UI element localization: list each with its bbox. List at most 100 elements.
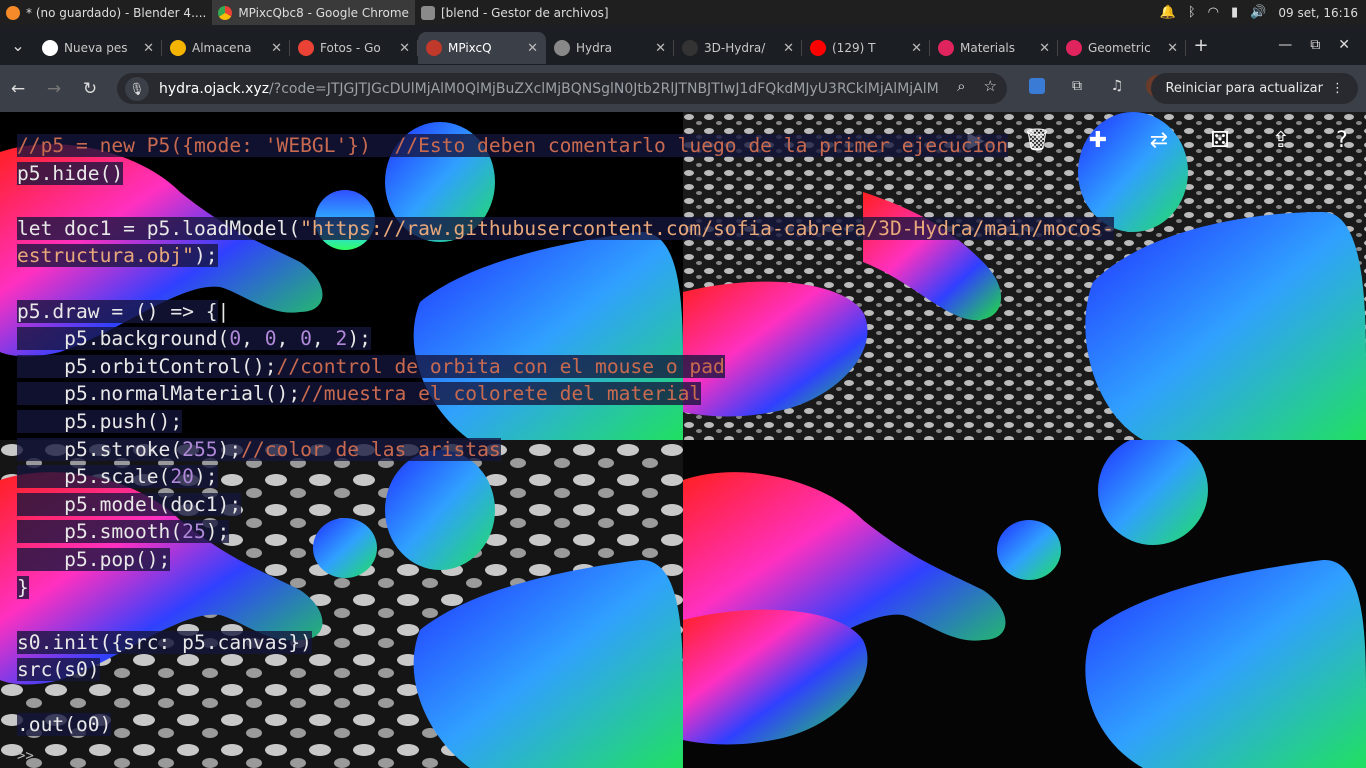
code-line: p5.push(); — [17, 409, 183, 433]
taskbar-item-chrome[interactable]: MPixcQbc8 - Google Chrome — [212, 0, 415, 25]
tab-title: Geometric — [1088, 41, 1151, 55]
browser-tab[interactable]: Materials ✕ — [930, 32, 1058, 64]
code-line: } — [17, 575, 29, 599]
extension-icon[interactable] — [1024, 73, 1050, 99]
star-icon — [1066, 40, 1082, 56]
reload-icon: ↻ — [82, 78, 98, 99]
system-tray: 🔔 ᛒ ◠ ▮ 🔊 09 set, 16:16 — [1160, 0, 1366, 25]
tab-close-icon[interactable]: ✕ — [783, 41, 794, 56]
forward-arrow-icon: → — [46, 78, 62, 99]
hydra-tab-icon — [426, 40, 442, 56]
bookmark-star-icon[interactable]: ☆ — [984, 77, 997, 95]
google-drive-icon — [170, 40, 186, 56]
tab-close-icon[interactable]: ✕ — [1167, 41, 1178, 56]
media-control-icon[interactable]: ♫ — [1104, 73, 1130, 99]
code-line: estructura.obj"); — [17, 244, 218, 268]
github-icon — [682, 40, 698, 56]
back-arrow-icon: ← — [10, 78, 26, 99]
browser-tab[interactable]: Almacena ✕ — [162, 32, 290, 64]
system-taskbar: * (no guardado) - Blender 4.... MPixcQbc… — [0, 0, 1366, 25]
tab-close-icon[interactable]: ✕ — [399, 41, 410, 56]
browser-toolbar: ← → ↻ 🎙 hydra.ojack.xyz/?code=JTJGJTJGcD… — [0, 65, 1366, 112]
chrome-tab-icon — [42, 40, 58, 56]
tab-title: Nueva pes — [64, 41, 128, 55]
upload-share-icon[interactable]: ⇪ — [1267, 126, 1295, 154]
back-button[interactable]: ← — [0, 71, 36, 107]
browser-tab[interactable]: 3D-Hydra/ ✕ — [674, 32, 802, 64]
tab-close-icon[interactable]: ✕ — [527, 41, 538, 56]
shuffle-icon[interactable]: ⇄ — [1145, 126, 1173, 154]
tab-title: 3D-Hydra/ — [704, 41, 766, 55]
wifi-icon[interactable]: ◠ — [1208, 5, 1219, 20]
chrome-icon — [218, 5, 233, 20]
code-line: p5.pop(); — [17, 547, 171, 571]
code-line: p5.draw = () => {| — [17, 299, 230, 323]
taskbar-item-label: MPixcQbc8 - Google Chrome — [238, 5, 409, 20]
browser-tab[interactable]: Fotos - Go ✕ — [290, 32, 418, 64]
browser-tab[interactable]: Hydra ✕ — [546, 32, 674, 64]
code-line: p5.scale(20); — [17, 465, 218, 489]
code-line: .out(o0) — [17, 713, 112, 737]
tab-title: Almacena — [192, 41, 252, 55]
update-button[interactable]: Reiniciar para actualizar ⋮ — [1151, 73, 1358, 104]
url-host: hydra.ojack.xyz — [159, 80, 270, 97]
tab-close-icon[interactable]: ✕ — [143, 41, 154, 56]
address-bar[interactable]: 🎙 hydra.ojack.xyz/?code=JTJGJTJGcDUlMjAl… — [117, 73, 1007, 104]
dice-random-icon[interactable]: ⚄ — [1206, 126, 1234, 154]
code-line: p5.smooth(25); — [17, 520, 230, 544]
folder-icon — [420, 5, 435, 20]
code-editor[interactable]: //p5 = new P5({mode: 'WEBGL'}) //Esto de… — [17, 132, 1115, 739]
new-tab-button[interactable]: + — [1186, 35, 1216, 56]
window-controls: — ⧉ ✕ — [1278, 25, 1366, 65]
battery-icon[interactable]: ▮ — [1231, 5, 1238, 20]
browser-tab[interactable]: MPixcQ ✕ — [418, 32, 546, 64]
extensions-area: ⧉ ♫ — [1024, 73, 1170, 99]
chevron-down-icon: ⌄ — [11, 35, 25, 55]
close-icon[interactable]: ✕ — [1338, 37, 1350, 53]
taskbar-item-label: [blend - Gestor de archivos] — [440, 5, 609, 20]
browser-tab[interactable]: Nueva pes ✕ — [34, 32, 162, 64]
code-line: let doc1 = p5.loadModel("https://raw.git… — [17, 216, 1115, 240]
browser-tab-strip: ⌄ Nueva pes ✕ Almacena ✕ Fotos - Go ✕ MPixcQ ✕ H… — [0, 25, 1366, 65]
code-line: p5.model(doc1); — [17, 492, 242, 516]
url-path: /?code=JTJGJTJGcDUlMjAlM0QlMjBuZXclMjBQN… — [269, 80, 939, 97]
more-options-icon: ⋮ — [1331, 81, 1344, 96]
extensions-puzzle-icon[interactable]: ⧉ — [1064, 73, 1090, 99]
code-line: p5.background(0, 0, 0, 2); — [17, 327, 371, 351]
maximize-icon[interactable]: ⧉ — [1310, 37, 1320, 53]
browser-tab[interactable]: (129) T ✕ — [802, 32, 930, 64]
site-info-icon[interactable]: 🎙 — [125, 76, 149, 101]
code-line: p5.hide() — [17, 161, 124, 185]
code-line: p5.normalMaterial();//muestra el coloret… — [17, 382, 702, 406]
volume-icon[interactable]: 🔊 — [1250, 5, 1266, 20]
code-line: p5.orbitControl();//control de orbita co… — [17, 354, 725, 378]
browser-tab[interactable]: Geometric ✕ — [1058, 32, 1186, 64]
tab-close-icon[interactable]: ✕ — [655, 41, 666, 56]
code-line: //p5 = new P5({mode: 'WEBGL'}) //Esto de… — [17, 134, 1008, 157]
reload-button[interactable]: ↻ — [72, 71, 108, 107]
minimize-icon[interactable]: — — [1278, 37, 1292, 53]
globe-icon — [554, 40, 570, 56]
tab-close-icon[interactable]: ✕ — [911, 41, 922, 56]
tab-close-icon[interactable]: ✕ — [1039, 41, 1050, 56]
tab-title: Hydra — [576, 41, 613, 55]
bluetooth-icon[interactable]: ᛒ — [1188, 5, 1196, 20]
taskbar-item-files[interactable]: [blend - Gestor de archivos] — [415, 0, 615, 25]
tab-search-button[interactable]: ⌄ — [2, 29, 34, 61]
update-button-label: Reiniciar para actualizar — [1165, 81, 1323, 96]
forward-button[interactable]: → — [36, 71, 72, 107]
google-photos-icon — [298, 40, 314, 56]
taskbar-item-blender[interactable]: * (no guardado) - Blender 4.... — [0, 0, 212, 25]
tab-close-icon[interactable]: ✕ — [271, 41, 282, 56]
clock[interactable]: 09 set, 16:16 — [1278, 6, 1358, 20]
code-line: src(s0) — [17, 658, 100, 682]
console-prompt[interactable]: >> — [17, 748, 34, 764]
tab-title: (129) T — [832, 41, 876, 55]
url-text[interactable]: hydra.ojack.xyz/?code=JTJGJTJGcDUlMjAlM0… — [159, 81, 939, 97]
notifications-icon[interactable]: 🔔 — [1160, 5, 1176, 20]
help-icon[interactable]: ? — [1328, 126, 1356, 154]
zoom-icon[interactable]: ⌕ — [957, 77, 965, 95]
